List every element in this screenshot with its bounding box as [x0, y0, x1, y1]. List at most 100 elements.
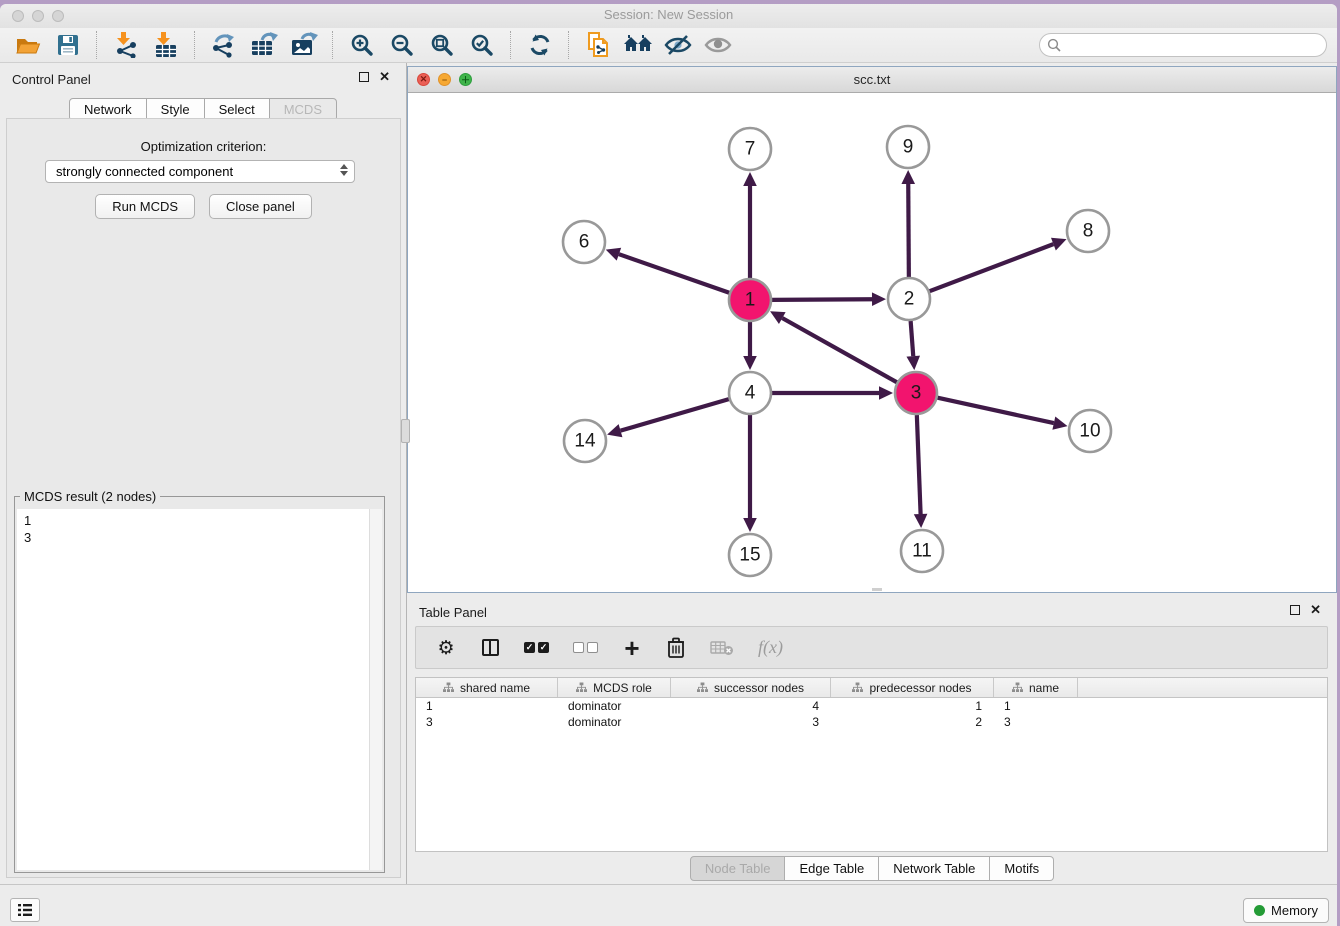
- cell-successor-nodes[interactable]: 3: [671, 714, 831, 730]
- graph-edge-1-2[interactable]: [772, 299, 872, 300]
- cell-shared-name[interactable]: 1: [416, 698, 558, 714]
- column-selector-button[interactable]: [480, 636, 500, 660]
- import-table-button[interactable]: [146, 30, 186, 60]
- float-table-panel-icon[interactable]: [1290, 605, 1300, 615]
- function-builder-button[interactable]: f(x): [758, 636, 783, 660]
- checked-box-icon: ✓: [524, 642, 535, 653]
- import-network-icon: [113, 32, 139, 58]
- column-header-name[interactable]: name: [994, 678, 1078, 697]
- zoom-in-button[interactable]: [342, 30, 382, 60]
- table-tab-node-table[interactable]: Node Table: [690, 856, 786, 881]
- table-panel: Table Panel ✕ ⚙ ✓✓ + f(x) shared: [407, 596, 1337, 884]
- list-icon: [17, 903, 33, 917]
- refresh-view-button[interactable]: [520, 30, 560, 60]
- network-window-titlebar[interactable]: ✕ − ＋ scc.txt: [408, 67, 1336, 93]
- column-label: predecessor nodes: [869, 681, 971, 695]
- cell-name[interactable]: 3: [994, 714, 1078, 730]
- optimization-criterion-select[interactable]: strongly connected component: [45, 160, 355, 183]
- hierarchy-icon: [576, 682, 587, 693]
- mcds-result-list[interactable]: 13: [17, 509, 370, 870]
- cell-shared-name[interactable]: 3: [416, 714, 558, 730]
- cell-mcds-role[interactable]: dominator: [558, 714, 671, 730]
- column-header-successor-nodes[interactable]: successor nodes: [671, 678, 831, 697]
- graph-edge-3-1[interactable]: [782, 318, 897, 382]
- delete-row-button[interactable]: [666, 636, 686, 660]
- edge-arrowhead: [1052, 416, 1067, 429]
- search-input[interactable]: [1039, 33, 1327, 57]
- hide-selected-button[interactable]: [658, 30, 698, 60]
- close-panel-button[interactable]: Close panel: [209, 194, 312, 219]
- clone-network-button[interactable]: [578, 30, 618, 60]
- graph-edge-2-3[interactable]: [911, 321, 914, 356]
- cell-mcds-role[interactable]: dominator: [558, 698, 671, 714]
- table-tab-edge-table[interactable]: Edge Table: [785, 856, 879, 881]
- result-scrollbar[interactable]: [369, 509, 382, 870]
- graph-edge-3-11[interactable]: [917, 415, 921, 514]
- table-tabs: Node TableEdge TableNetwork TableMotifs: [407, 856, 1337, 881]
- save-icon: [57, 34, 79, 56]
- edge-arrowhead: [743, 356, 757, 370]
- graph-edge-4-14[interactable]: [621, 399, 729, 431]
- run-mcds-button[interactable]: Run MCDS: [95, 194, 195, 219]
- column-header-shared-name[interactable]: shared name: [416, 678, 558, 697]
- delete-table-button[interactable]: [710, 636, 734, 660]
- export-table-button[interactable]: [244, 30, 284, 60]
- chevron-up-down-icon: [340, 164, 348, 176]
- graph-edge-2-8[interactable]: [930, 244, 1054, 291]
- deselect-all-button[interactable]: [573, 636, 598, 660]
- column-header-mcds-role[interactable]: MCDS role: [558, 678, 671, 697]
- table-row[interactable]: 1dominator411: [416, 698, 1327, 714]
- zoom-out-button[interactable]: [382, 30, 422, 60]
- node-label-14: 14: [574, 431, 596, 452]
- column-header-predecessor-nodes[interactable]: predecessor nodes: [831, 678, 994, 697]
- table-settings-button[interactable]: ⚙: [436, 636, 456, 660]
- columns-icon: [482, 639, 499, 656]
- cell-predecessor-nodes[interactable]: 2: [831, 714, 994, 730]
- cell-predecessor-nodes[interactable]: 1: [831, 698, 994, 714]
- edge-arrowhead: [906, 356, 920, 370]
- float-panel-icon[interactable]: [359, 72, 369, 82]
- node-label-7: 7: [745, 139, 756, 160]
- open-session-button[interactable]: [8, 30, 48, 60]
- zoom-fit-button[interactable]: [422, 30, 462, 60]
- show-all-button[interactable]: [698, 30, 738, 60]
- edge-arrowhead: [606, 248, 621, 261]
- open-folder-icon: [15, 34, 41, 56]
- eye-icon: [704, 34, 732, 56]
- app-window: Session: New Session: [0, 4, 1337, 926]
- select-all-button[interactable]: ✓✓: [524, 636, 549, 660]
- delete-table-icon: [710, 640, 734, 656]
- import-network-button[interactable]: [106, 30, 146, 60]
- cell-name[interactable]: 1: [994, 698, 1078, 714]
- unchecked-box-icon: [573, 642, 584, 653]
- close-table-panel-icon[interactable]: ✕: [1310, 605, 1321, 615]
- close-panel-icon[interactable]: ✕: [379, 72, 390, 82]
- table-body: 1dominator4113dominator323: [416, 698, 1327, 730]
- zoom-selected-button[interactable]: [462, 30, 502, 60]
- table-tab-network-table[interactable]: Network Table: [879, 856, 990, 881]
- node-label-2: 2: [904, 289, 915, 310]
- zoom-out-icon: [390, 33, 414, 57]
- graph-edge-2-9[interactable]: [908, 184, 909, 277]
- graph-edge-1-6[interactable]: [619, 254, 729, 293]
- panel-splitter-handle[interactable]: [401, 419, 410, 443]
- network-canvas[interactable]: 7968124314101511: [408, 93, 1336, 592]
- memory-button[interactable]: Memory: [1243, 898, 1329, 923]
- export-network-icon: [210, 32, 238, 58]
- export-image-button[interactable]: [284, 30, 324, 60]
- add-row-button[interactable]: +: [622, 636, 642, 660]
- export-network-button[interactable]: [204, 30, 244, 60]
- cell-successor-nodes[interactable]: 4: [671, 698, 831, 714]
- table-tab-motifs[interactable]: Motifs: [990, 856, 1054, 881]
- search-icon: [1047, 38, 1061, 52]
- save-session-button[interactable]: [48, 30, 88, 60]
- network-resize-grip[interactable]: [872, 588, 882, 591]
- node-label-15: 15: [739, 545, 760, 566]
- toolbar-separator: [96, 31, 98, 59]
- first-neighbors-button[interactable]: [618, 30, 658, 60]
- node-table: shared nameMCDS rolesuccessor nodes prede…: [415, 677, 1328, 852]
- task-history-button[interactable]: [10, 898, 40, 922]
- table-row[interactable]: 3dominator323: [416, 714, 1327, 730]
- control-panel-title: Control Panel: [12, 72, 91, 87]
- graph-edge-3-10[interactable]: [937, 398, 1053, 423]
